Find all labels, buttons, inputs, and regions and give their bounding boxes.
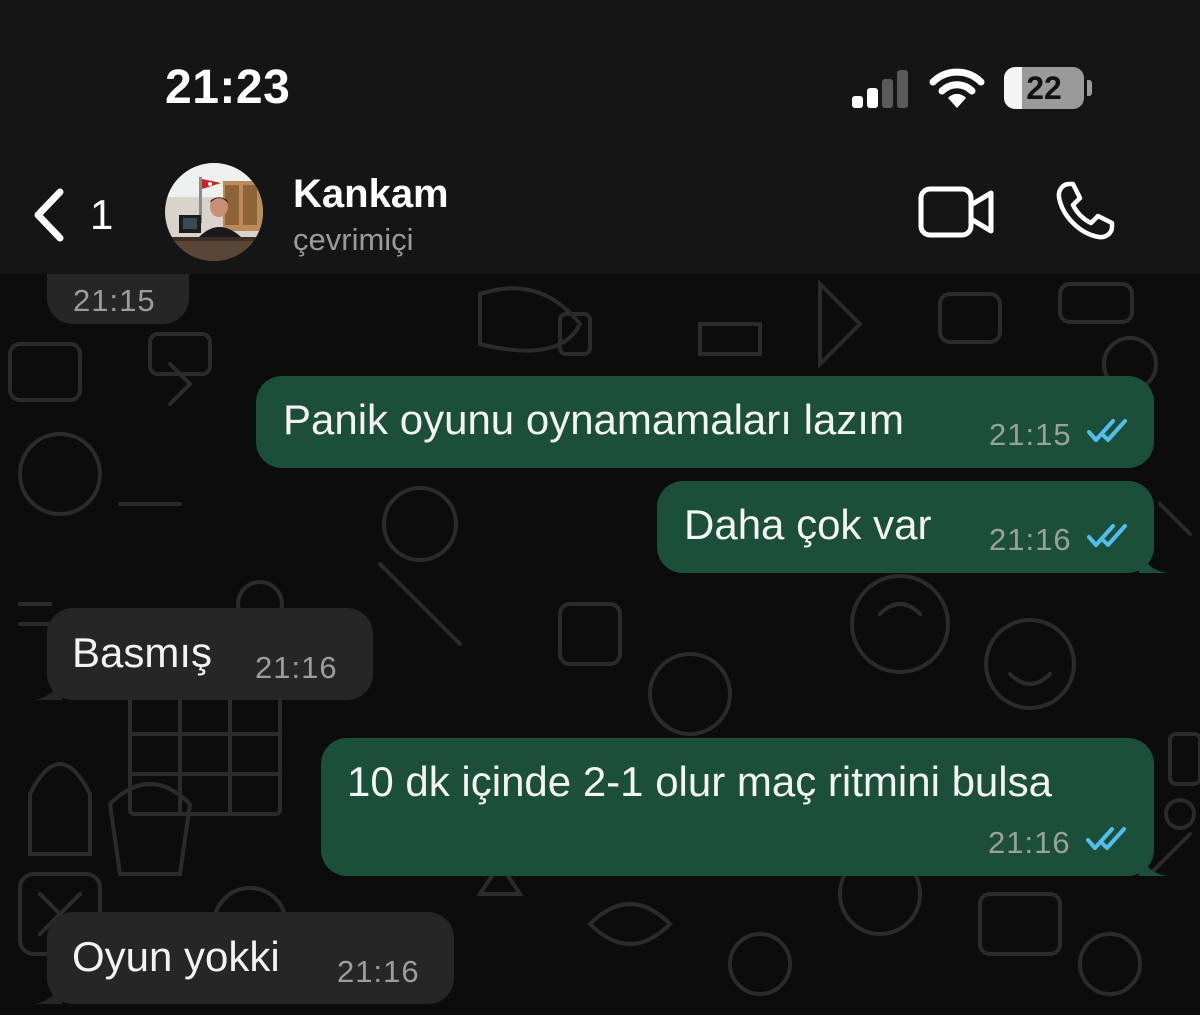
message-bubble-incoming[interactable]: 21:15 xyxy=(47,274,189,324)
bubble-tail xyxy=(34,976,62,1004)
message-bubble-outgoing[interactable]: Daha çok var 21:16 xyxy=(657,481,1167,573)
message-bubble-outgoing[interactable]: Panik oyunu oynamamaları lazım 21:15 xyxy=(256,376,1154,468)
chat-header: 21:23 22 1 Kankam çevrimiçi xyxy=(0,0,1200,274)
message-text: 10 dk içinde 2-1 olur maç ritmini bulsa xyxy=(347,758,1052,805)
battery-level: 22 xyxy=(1026,70,1062,106)
wifi-icon xyxy=(929,68,985,108)
read-receipt-icon xyxy=(1086,827,1126,850)
message-text: Daha çok var xyxy=(684,501,932,548)
read-receipt-icon xyxy=(1087,524,1127,547)
back-chevron-icon xyxy=(34,188,64,242)
bubble-tail xyxy=(1139,848,1167,876)
cellular-signal-icon xyxy=(852,68,912,108)
message-text: Panik oyunu oynamamaları lazım xyxy=(283,396,904,443)
message-text: Basmış xyxy=(72,629,213,676)
message-bubble-outgoing[interactable]: 10 dk içinde 2-1 olur maç ritmini bulsa … xyxy=(321,738,1167,876)
message-time: 21:15 xyxy=(73,283,156,318)
bubble-tail xyxy=(34,672,62,700)
status-time: 21:23 xyxy=(165,61,291,114)
message-time: 21:16 xyxy=(337,954,420,989)
contact-avatar[interactable] xyxy=(165,163,263,261)
bubble-tail xyxy=(1139,545,1167,573)
message-text: Oyun yokki xyxy=(72,933,280,980)
message-time: 21:16 xyxy=(989,522,1072,557)
read-receipt-icon xyxy=(1087,419,1127,442)
message-time: 21:16 xyxy=(988,825,1071,860)
phone-call-icon[interactable] xyxy=(1053,179,1117,243)
back-button[interactable]: 1 xyxy=(28,178,128,252)
message-time: 21:15 xyxy=(989,417,1072,452)
message-bubble-incoming[interactable]: Oyun yokki 21:16 xyxy=(34,912,454,1004)
unread-count: 1 xyxy=(90,191,114,238)
contact-name[interactable]: Kankam xyxy=(293,172,449,217)
video-call-icon[interactable] xyxy=(917,183,995,241)
battery-icon: 22 xyxy=(1004,67,1092,109)
contact-status: çevrimiçi xyxy=(293,222,414,257)
message-time: 21:16 xyxy=(255,650,338,685)
chat-area[interactable]: 21:15 Panik oyunu oynamamaları lazım 21:… xyxy=(0,274,1200,1015)
message-bubble-incoming[interactable]: Basmış 21:16 xyxy=(34,608,373,700)
